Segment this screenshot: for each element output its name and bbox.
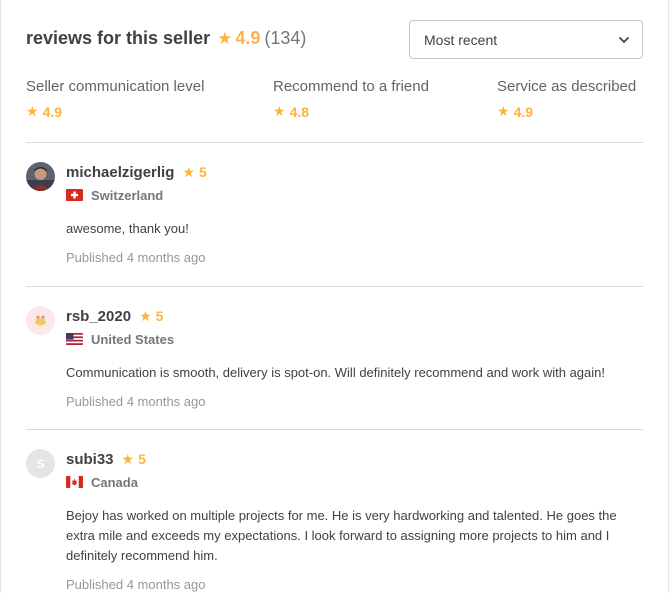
avatar-initial: S	[36, 456, 45, 471]
review-date: Published 4 months ago	[66, 250, 206, 265]
review-score: 5	[155, 308, 164, 324]
canada-flag-icon	[66, 476, 83, 488]
avatar[interactable]: S	[26, 449, 55, 478]
breakdown-value: 4.8	[289, 103, 310, 120]
star-icon: ★	[273, 103, 286, 119]
us-flag-icon	[66, 333, 83, 345]
breakdown-recommend: Recommend to a friend ★ 4.8	[273, 78, 429, 120]
review-text: Communication is smooth, delivery is spo…	[66, 365, 605, 380]
review-text: awesome, thank you!	[66, 221, 189, 236]
divider	[26, 142, 643, 143]
star-icon: ★	[139, 307, 152, 324]
breakdown-label: Recommend to a friend	[273, 78, 429, 95]
avatar[interactable]	[26, 306, 55, 335]
breakdown-label: Service as described	[497, 78, 637, 95]
breakdown-service: Service as described ★ 4.9	[497, 78, 636, 120]
review-date: Published 4 months ago	[66, 577, 206, 592]
reviewer-country: Switzerland	[91, 187, 164, 203]
star-icon: ★	[497, 103, 510, 119]
sort-dropdown-value: Most recent	[424, 31, 498, 48]
breakdown-label: Seller communication level	[26, 78, 205, 95]
review-count: (134)	[264, 28, 307, 48]
user-logo-icon	[26, 306, 55, 335]
breakdown-value: 4.9	[513, 103, 534, 120]
chevron-down-icon	[619, 36, 629, 43]
rating-breakdown: Seller communication level ★ 4.9 Recomme…	[26, 78, 643, 122]
reviews-header: reviews for this seller ★ 4.9 (134) Most…	[26, 20, 643, 60]
review-score: 5	[198, 164, 207, 180]
breakdown-communication: Seller communication level ★ 4.9	[26, 78, 204, 120]
user-photo-icon	[26, 162, 55, 191]
reviews-title-row: reviews for this seller ★ 4.9 (134)	[26, 28, 306, 49]
reviewer-country: Canada	[91, 474, 138, 490]
reviews-title: reviews for this seller	[26, 28, 211, 48]
review-date: Published 4 months ago	[66, 394, 206, 409]
star-icon: ★	[121, 450, 135, 467]
reviewer-name[interactable]: michaelzigerlig	[66, 164, 174, 181]
reviews-panel: reviews for this seller ★ 4.9 (134) Most…	[0, 0, 669, 593]
star-icon: ★	[217, 28, 233, 48]
reviewer-name[interactable]: subi33	[66, 451, 114, 468]
review-score: 5	[138, 451, 146, 467]
divider	[26, 429, 643, 430]
reviewer-name[interactable]: rsb_2020	[66, 308, 131, 325]
divider	[26, 286, 643, 287]
star-icon: ★	[182, 163, 195, 180]
review-text: Bejoy has worked on multiple projects fo…	[66, 508, 617, 563]
switzerland-flag-icon	[66, 189, 83, 201]
avatar[interactable]	[26, 162, 55, 191]
breakdown-value: 4.9	[42, 103, 63, 120]
reviewer-country: United States	[91, 331, 175, 347]
overall-rating: 4.9	[235, 28, 261, 48]
star-icon: ★	[26, 103, 39, 119]
sort-dropdown[interactable]: Most recent	[409, 20, 643, 59]
